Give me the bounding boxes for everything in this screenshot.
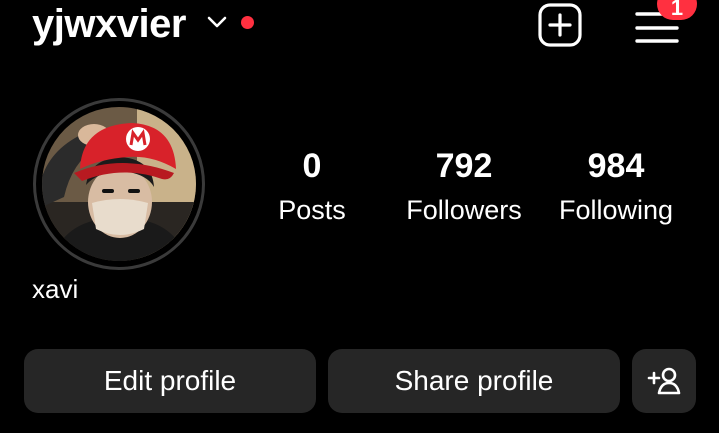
display-name: xavi xyxy=(32,274,79,304)
chevron-down-icon[interactable] xyxy=(206,14,228,30)
stat-followers[interactable]: 792 Followers xyxy=(384,146,544,226)
followers-label: Followers xyxy=(406,195,522,225)
profile-photo xyxy=(42,107,196,261)
stat-following[interactable]: 984 Following xyxy=(536,146,696,226)
plus-square-icon[interactable] xyxy=(537,2,583,48)
add-person-icon xyxy=(647,367,681,395)
status-dot xyxy=(241,16,254,29)
share-profile-button[interactable]: Share profile xyxy=(328,349,620,413)
username[interactable]: yjwxvier xyxy=(32,2,186,46)
posts-label: Posts xyxy=(278,195,346,225)
avatar[interactable] xyxy=(42,107,196,261)
discover-people-button[interactable] xyxy=(632,349,696,413)
posts-count: 0 xyxy=(302,147,322,185)
following-label: Following xyxy=(558,195,674,225)
notification-badge[interactable]: 1 xyxy=(657,0,697,20)
edit-profile-button[interactable]: Edit profile xyxy=(24,349,316,413)
followers-count: 792 xyxy=(435,147,493,185)
profile-header: yjwxvier 1 xyxy=(0,0,719,60)
following-count: 984 xyxy=(587,147,645,185)
stat-posts[interactable]: 0 Posts xyxy=(232,146,392,226)
